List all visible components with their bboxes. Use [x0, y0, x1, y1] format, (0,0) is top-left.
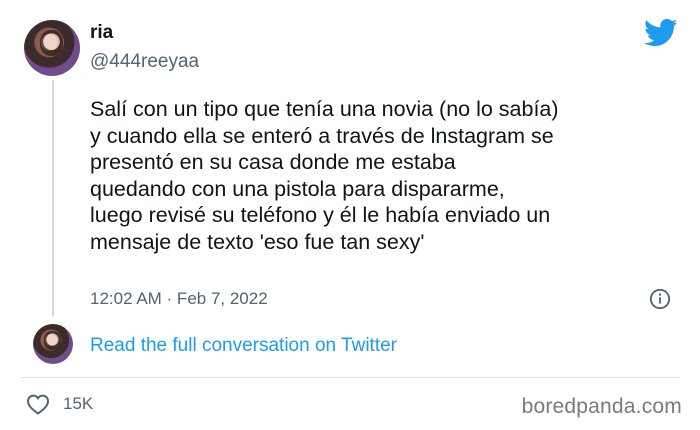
tweet-card: ria @444reeyaa Salí con un tipo que tení…: [0, 0, 700, 430]
twitter-bird-icon[interactable]: [644, 18, 678, 48]
info-icon[interactable]: [649, 288, 671, 310]
author-name[interactable]: ria: [90, 22, 113, 44]
heart-icon: [26, 394, 50, 415]
tweet-text: Salí con un tipo que tenía una novia (no…: [90, 97, 559, 254]
thread-line: [52, 80, 54, 316]
reply-avatar[interactable]: [33, 324, 73, 364]
author-avatar[interactable]: [24, 20, 80, 76]
author-handle[interactable]: @444reeyaa: [90, 51, 199, 73]
like-count: 15K: [63, 394, 94, 413]
like-button[interactable]: 15K: [26, 393, 93, 415]
read-full-conversation-link[interactable]: Read the full conversation on Twitter: [90, 335, 397, 357]
watermark: boredpanda.com: [521, 395, 682, 418]
tweet-timestamp[interactable]: 12:02 AM · Feb 7, 2022: [90, 289, 268, 309]
divider: [20, 377, 680, 378]
